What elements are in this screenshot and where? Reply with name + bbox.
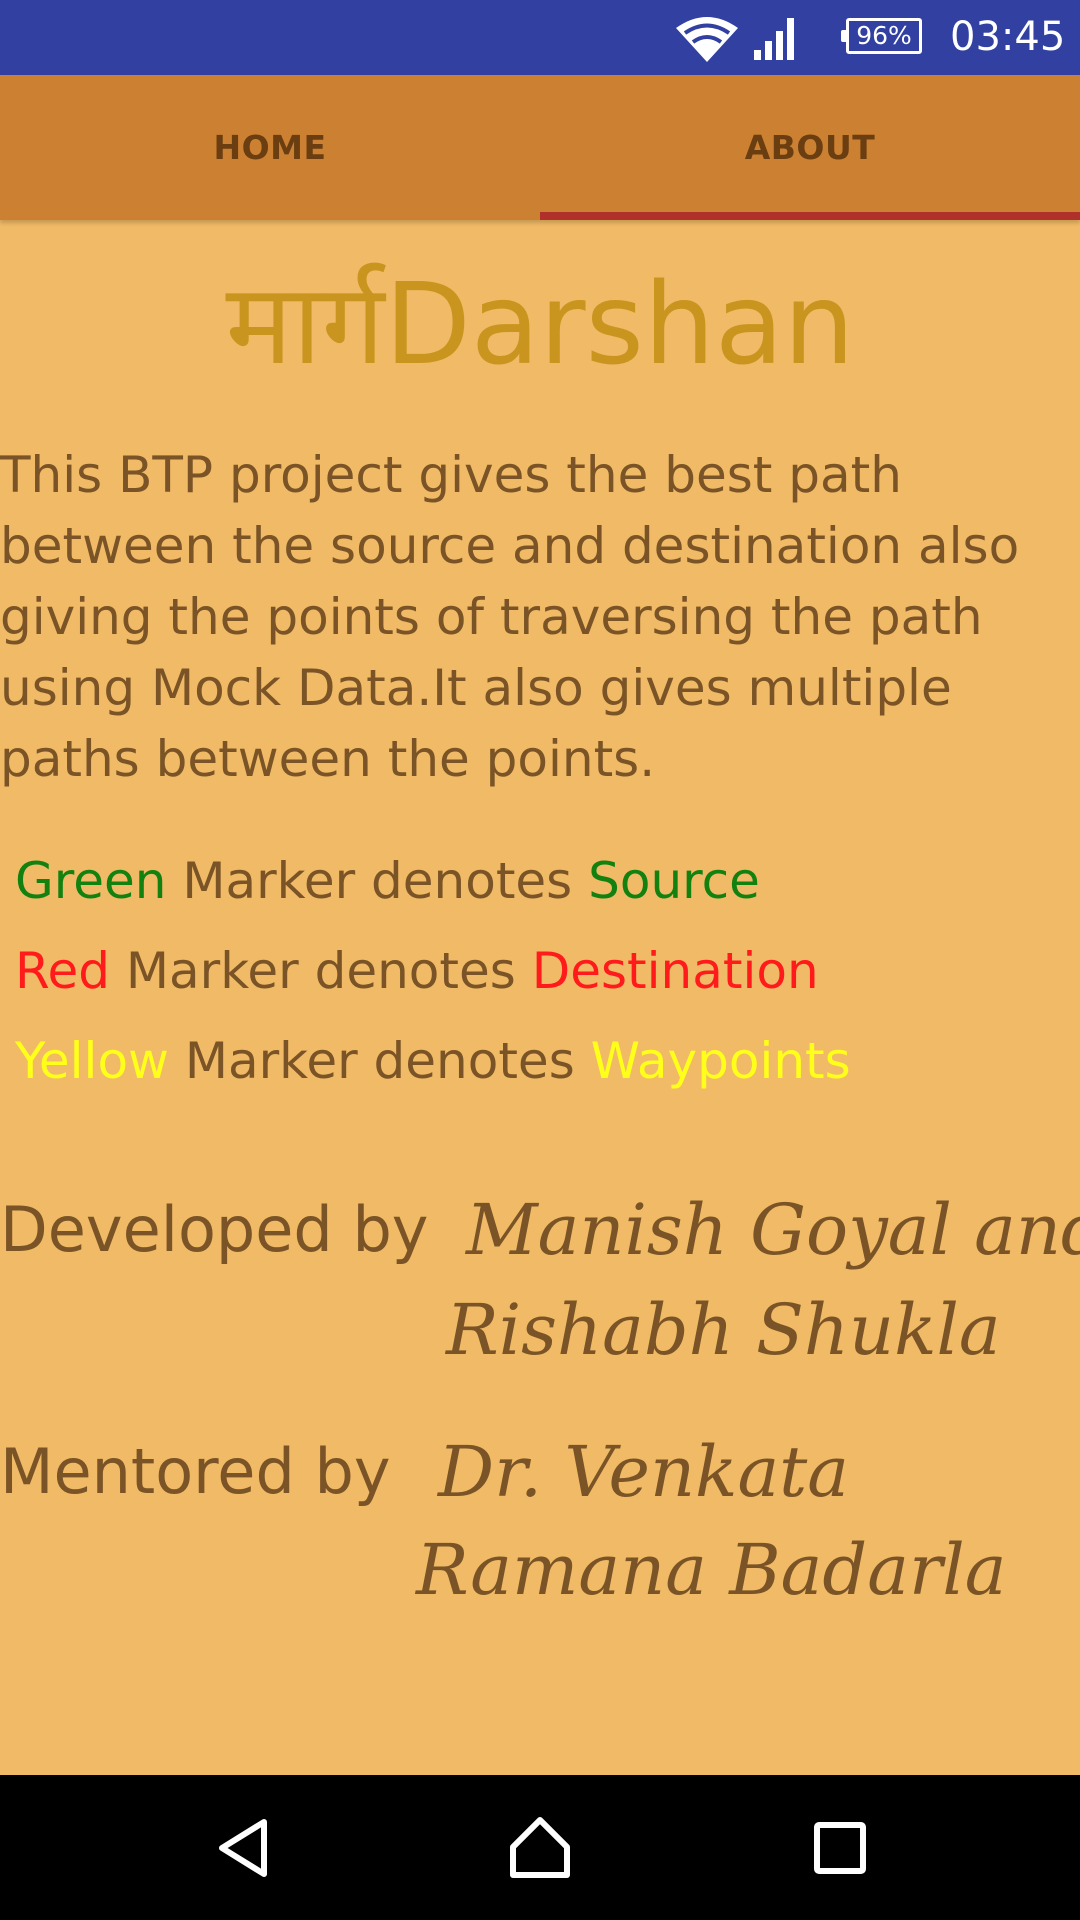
status-bar: 96% 03:45 <box>0 0 1080 75</box>
battery-percent: 96% <box>856 21 912 50</box>
mentored-by-label: Mentored by <box>0 1435 391 1508</box>
legend-row-destination: Red Marker denotes Destination <box>15 936 819 1006</box>
home-button[interactable] <box>480 1775 600 1920</box>
signal-icon <box>754 18 794 60</box>
legend-text: Marker denotes <box>168 1032 591 1090</box>
battery-icon: 96% <box>841 18 922 54</box>
legend-color-word: Yellow <box>15 1032 169 1090</box>
tab-selected-indicator <box>540 212 1080 220</box>
legend-row-source: Green Marker denotes Source <box>15 846 760 916</box>
legend-color-word: Green <box>15 852 167 910</box>
wifi-icon <box>676 17 738 62</box>
tab-bar: HOME ABOUT <box>0 75 1080 220</box>
legend-meaning: Destination <box>531 942 819 1000</box>
navigation-bar <box>0 1775 1080 1920</box>
mentor-name-line2: Ramana Badarla <box>416 1529 1007 1611</box>
status-clock: 03:45 <box>950 14 1066 60</box>
tab-home[interactable]: HOME <box>0 75 540 220</box>
developer-names-line1: Manish Goyal and <box>466 1189 1080 1271</box>
back-icon <box>219 1818 267 1877</box>
project-description: This BTP project gives the best path bet… <box>0 446 1020 788</box>
legend-text: Marker denotes <box>110 942 532 1000</box>
developer-names-line2: Rishabh Shukla <box>446 1289 1001 1371</box>
tab-about[interactable]: ABOUT <box>540 75 1080 220</box>
legend-meaning: Source <box>588 852 760 910</box>
legend-color-word: Red <box>15 942 110 1000</box>
home-icon <box>510 1816 570 1878</box>
recent-apps-icon <box>814 1821 866 1874</box>
back-button[interactable] <box>182 1775 302 1920</box>
legend-row-waypoints: Yellow Marker denotes Waypoints <box>15 1026 851 1096</box>
app-title: मार्गDarshan <box>225 260 855 390</box>
mentor-name-line1: Dr. Venkata <box>438 1431 850 1513</box>
legend-meaning: Waypoints <box>590 1032 851 1090</box>
recent-apps-button[interactable] <box>780 1775 900 1920</box>
legend-text: Marker denotes <box>166 852 589 910</box>
developed-by-label: Developed by <box>0 1193 429 1266</box>
